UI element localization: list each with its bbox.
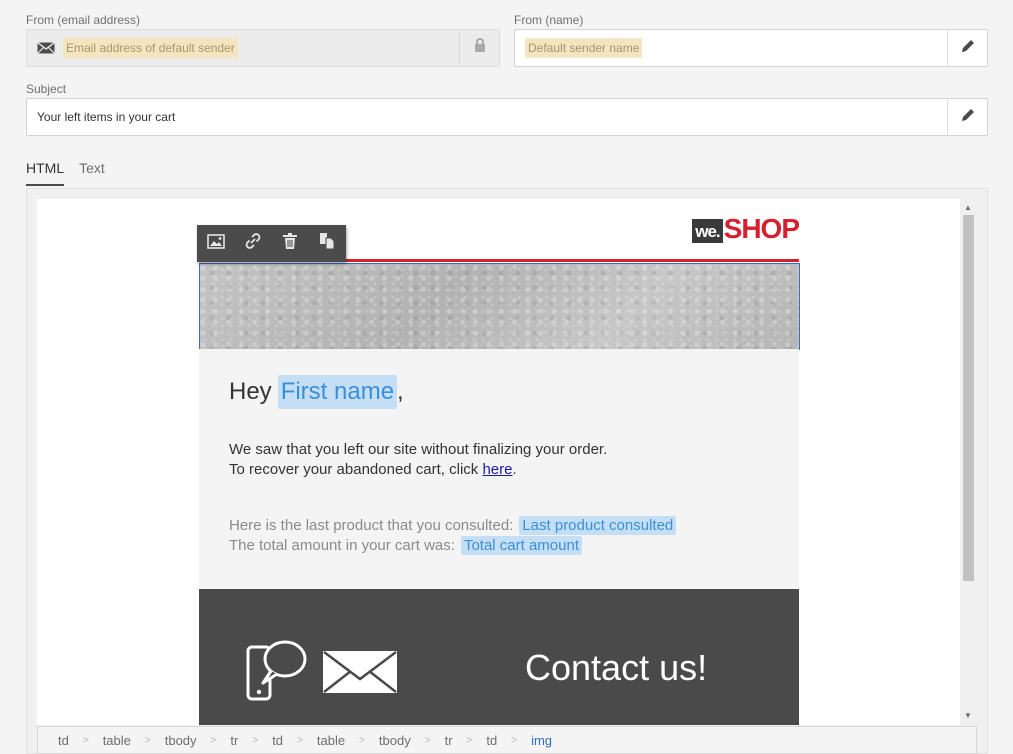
lock-button	[459, 30, 499, 66]
from-email-placeholder-token: Email address of default sender	[63, 38, 238, 58]
from-email-field: Email address of default sender	[26, 29, 500, 67]
crumb-tbody[interactable]: tbody	[379, 733, 411, 748]
message-panel: Hey First name , We saw that you left ou…	[199, 349, 799, 589]
subject-edit-button[interactable]	[947, 99, 987, 135]
contact-us-heading[interactable]: Contact us!	[525, 647, 707, 689]
last-product-line: Here is the last product that you consul…	[229, 516, 677, 536]
scroll-down-icon[interactable]: ▼	[964, 711, 972, 720]
phone-chat-icon	[245, 639, 309, 706]
intro-line-2-text: To recover your abandoned cart, click	[229, 461, 479, 478]
from-name-field[interactable]: Default sender name	[514, 29, 988, 67]
logo-we: we.	[692, 219, 723, 243]
chevron-right-icon: >	[82, 734, 89, 746]
link-icon	[243, 232, 263, 255]
intro-paragraph: We saw that you left our site without fi…	[229, 440, 607, 480]
chevron-right-icon: >	[252, 734, 259, 746]
tab-html[interactable]: HTML	[26, 160, 65, 186]
envelope-icon	[27, 42, 55, 54]
total-label: The total amount in your cart was:	[229, 537, 455, 554]
subject-field[interactable]: Your left items in your cart	[26, 98, 988, 136]
total-cart-token[interactable]: Total cart amount	[460, 536, 582, 555]
image-tool-button[interactable]	[197, 225, 234, 262]
last-product-label: Here is the last product that you consul…	[229, 517, 514, 534]
cart-summary: Here is the last product that you consul…	[229, 516, 677, 556]
chevron-right-icon: >	[210, 734, 217, 746]
chevron-right-icon: >	[144, 734, 151, 746]
crumb-td[interactable]: td	[58, 733, 69, 748]
chevron-right-icon: >	[511, 734, 518, 746]
image-icon	[206, 233, 225, 254]
crumb-td[interactable]: td	[272, 733, 283, 748]
hero-image[interactable]	[199, 263, 800, 350]
greeting-suffix: ,	[397, 378, 404, 405]
first-name-token[interactable]: First name	[277, 375, 398, 409]
total-line: The total amount in your cart was: Total …	[229, 536, 676, 556]
greeting-prefix: Hey	[229, 378, 272, 405]
contact-footer: Contact us!	[199, 589, 799, 725]
crumb-tr[interactable]: tr	[230, 733, 238, 748]
weshop-logo: we. SHOP	[692, 213, 800, 244]
from-name-label: From (name)	[514, 13, 584, 27]
greeting: Hey First name ,	[229, 375, 404, 409]
recover-cart-link[interactable]: here	[482, 461, 512, 478]
content-tabs: HTML Text	[26, 160, 105, 186]
trash-icon	[282, 232, 298, 255]
from-email-label: From (email address)	[26, 13, 141, 27]
pencil-icon	[960, 107, 976, 128]
duplicate-icon	[319, 232, 335, 255]
subject-label: Subject	[26, 82, 67, 96]
pencil-icon	[960, 38, 976, 59]
scroll-up-icon[interactable]: ▲	[964, 203, 972, 212]
last-product-token[interactable]: Last product consulted	[519, 516, 677, 535]
logo-shop: SHOP	[723, 213, 800, 244]
crumb-table[interactable]: table	[103, 733, 131, 748]
crumb-tr[interactable]: tr	[445, 733, 453, 748]
link-tool-button[interactable]	[234, 225, 271, 262]
lock-icon	[474, 38, 486, 58]
from-name-edit-button[interactable]	[947, 30, 987, 66]
scroll-thumb[interactable]	[963, 215, 974, 581]
subject-value: Your left items in your cart	[37, 110, 176, 124]
intro-line-2-suffix: .	[512, 461, 517, 478]
crumb-table[interactable]: table	[317, 733, 345, 748]
image-toolbar	[197, 225, 346, 262]
email-canvas[interactable]: we. SHOP Hey First name , We saw that yo…	[37, 199, 960, 725]
crumb-tbody[interactable]: tbody	[165, 733, 197, 748]
duplicate-tool-button[interactable]	[308, 225, 345, 262]
editor-scrollbar[interactable]: ▲ ▼	[960, 199, 977, 725]
crumb-img[interactable]: img	[531, 733, 552, 748]
tab-text[interactable]: Text	[79, 160, 105, 186]
chevron-right-icon: >	[297, 734, 303, 746]
chevron-right-icon: >	[466, 734, 473, 746]
email-body: we. SHOP Hey First name , We saw that yo…	[197, 199, 800, 725]
delete-tool-button[interactable]	[271, 225, 308, 262]
from-name-placeholder-token: Default sender name	[525, 38, 643, 58]
envelope-icon	[323, 651, 397, 698]
chevron-right-icon: >	[424, 734, 431, 746]
intro-line-2: To recover your abandoned cart, click he…	[229, 460, 607, 480]
element-breadcrumb: td > table > tbody > tr > td > table > tbody > …	[37, 726, 977, 754]
chevron-right-icon: >	[359, 734, 365, 746]
intro-line-1: We saw that you left our site without fi…	[229, 441, 608, 458]
crumb-td[interactable]: td	[486, 733, 497, 748]
